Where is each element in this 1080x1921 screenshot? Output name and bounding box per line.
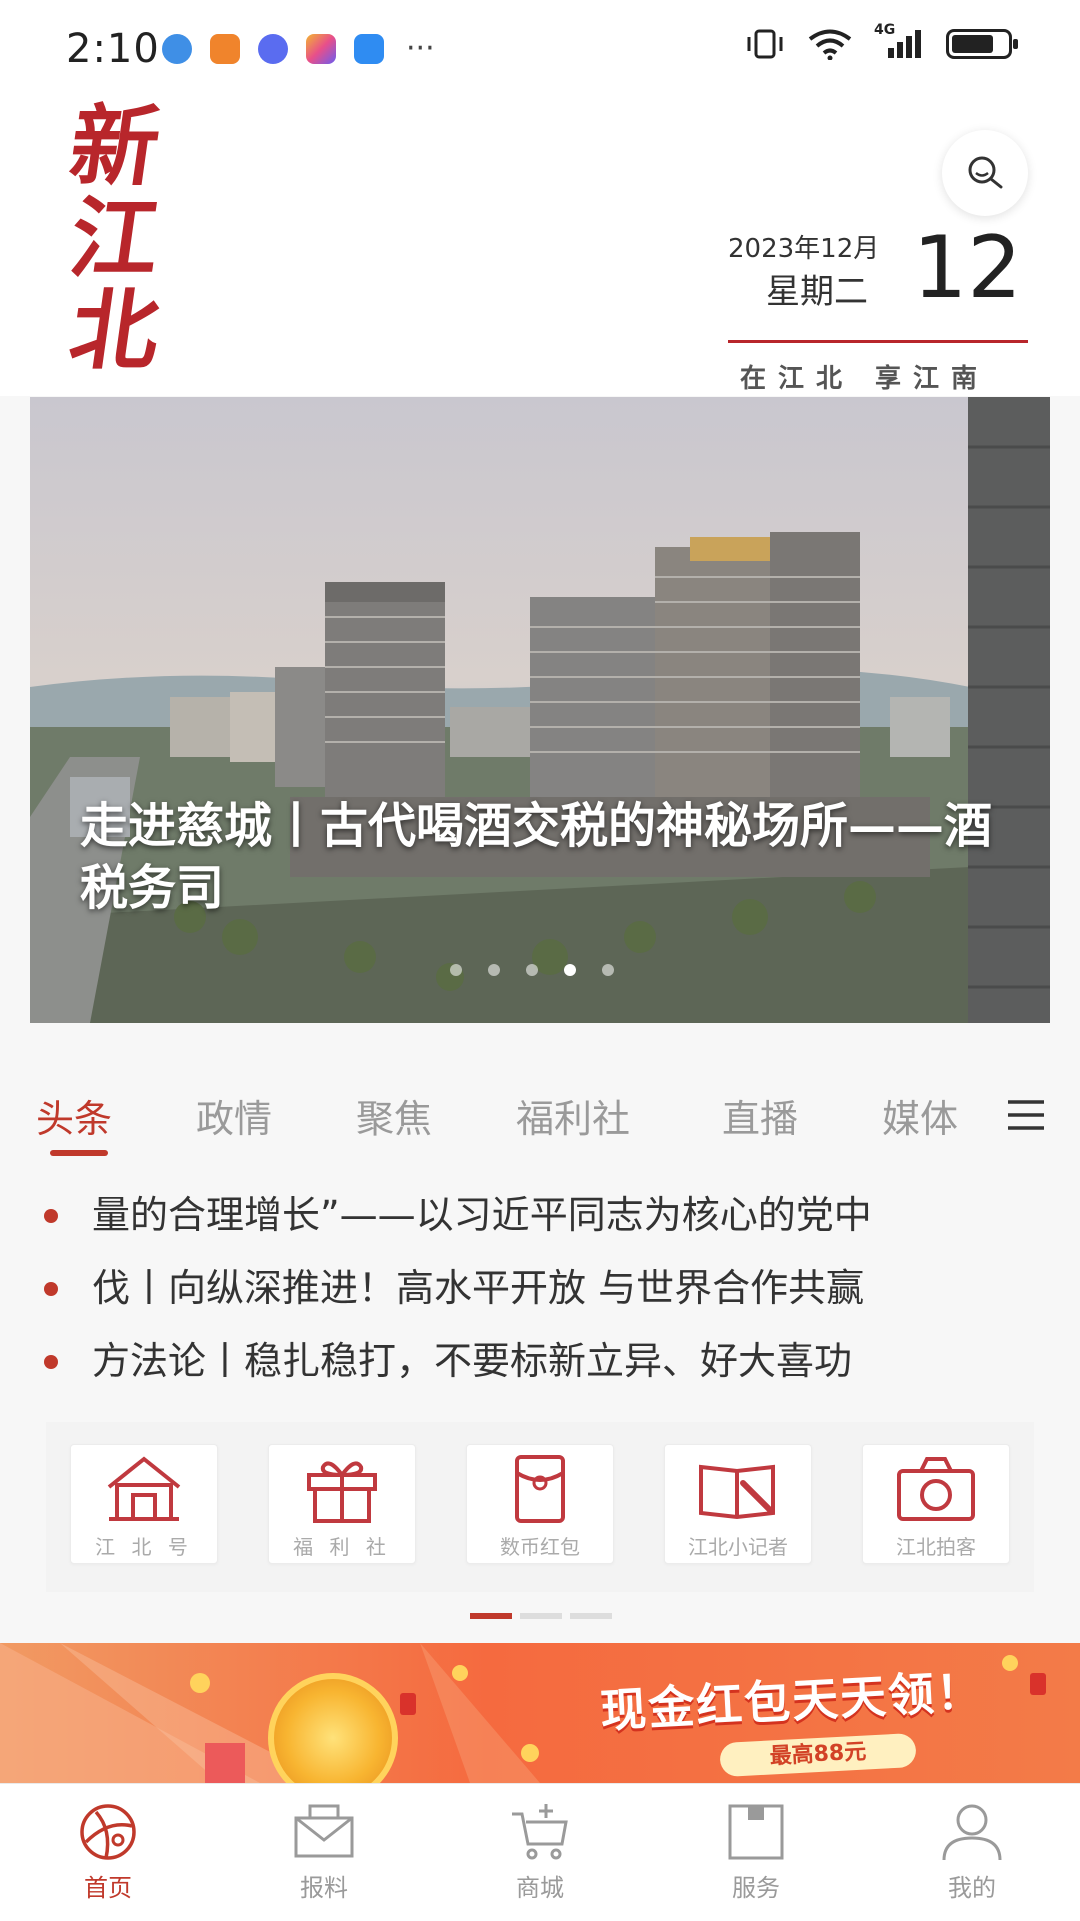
banner-photo <box>30 397 1050 1023</box>
banner-dot[interactable] <box>488 964 500 976</box>
slogan: 在江北 享江南 <box>740 364 990 394</box>
active-tab-indicator <box>50 1150 108 1156</box>
nav-label: 报料 <box>300 1874 348 1902</box>
vibrate-icon <box>747 29 783 59</box>
app-header: 新 江 北 2023年12月 星期二 12 在江北 享江南 <box>0 94 1080 396</box>
cloud-app-icon <box>354 34 384 64</box>
app-logo: 新 江 北 <box>60 94 170 382</box>
tab-headlines[interactable]: 头条 <box>36 1088 112 1143</box>
red-envelope-icon <box>515 1455 565 1523</box>
quick-entry-label: 数币红包 <box>500 1535 580 1559</box>
tab-live[interactable]: 直播 <box>722 1088 798 1143</box>
wifi-icon <box>808 29 852 60</box>
logo-char: 江 <box>63 186 167 290</box>
pager-segment <box>520 1613 562 1619</box>
tool-app-icon <box>306 34 336 64</box>
user-icon <box>942 1804 1002 1861</box>
quick-entry-row: 江 北 号 福 利 社 数币红包 江北小记者 江北拍客 <box>46 1422 1034 1592</box>
banner-dot[interactable] <box>450 964 462 976</box>
hero-banner[interactable]: 走进慈城丨古代喝酒交税的神秘场所——酒税务司 <box>30 397 1050 1023</box>
banner-dot[interactable] <box>526 964 538 976</box>
quick-entry-digital-red-envelope[interactable]: 数币红包 <box>466 1444 614 1564</box>
pager-segment <box>570 1613 612 1619</box>
battery-icon <box>946 29 1018 59</box>
home-globe-icon <box>80 1804 136 1860</box>
battery-level <box>952 35 993 53</box>
service-box-icon <box>728 1804 784 1860</box>
banner-pagination <box>450 964 614 976</box>
house-icon <box>107 1456 181 1521</box>
pager-segment <box>470 1613 512 1619</box>
gift-icon <box>307 1461 377 1523</box>
book-pen-icon <box>699 1464 775 1520</box>
mail-icon <box>294 1804 354 1858</box>
channel-tabs: 头条 政情 聚焦 福利社 直播 媒体 <box>0 1050 1080 1160</box>
status-bar: 2:10 ··· 4G <box>0 0 1080 100</box>
more-notifications-icon: ··· <box>406 31 435 66</box>
search-button[interactable] <box>942 130 1028 216</box>
date-year-month: 2023年12月 <box>728 234 880 264</box>
date-divider <box>728 340 1028 343</box>
headline-text: 量的合理增长”——以习近平同志为核心的党中 <box>92 1193 872 1237</box>
banner-dot[interactable] <box>602 964 614 976</box>
cellular-signal-icon: 4G <box>874 22 924 60</box>
date-block: 2023年12月 星期二 12 在江北 享江南 <box>728 218 1028 408</box>
headline-item[interactable]: 伐丨向纵深推进！高水平开放 与世界合作共赢 <box>44 1258 1044 1318</box>
quick-entry-label: 江北拍客 <box>896 1535 976 1559</box>
bullet-dot <box>44 1282 58 1296</box>
headline-text: 方法论丨稳扎稳打，不要标新立异、好大喜功 <box>92 1339 853 1383</box>
logo-char: 北 <box>63 278 167 382</box>
nav-label: 首页 <box>84 1874 132 1902</box>
browser-app-icon <box>162 34 192 64</box>
nav-mine[interactable]: 我的 <box>864 1784 1080 1921</box>
tab-media[interactable]: 媒体 <box>882 1088 958 1143</box>
tab-focus[interactable]: 聚焦 <box>356 1088 432 1143</box>
headline-item[interactable]: 量的合理增长”——以习近平同志为核心的党中 <box>44 1185 1044 1245</box>
quick-entry-welfare[interactable]: 福 利 社 <box>268 1444 416 1564</box>
quick-entry-label: 福 利 社 <box>293 1535 391 1559</box>
quick-entry-label: 江 北 号 <box>95 1535 193 1559</box>
cart-icon <box>512 1804 568 1860</box>
headline-text: 伐丨向纵深推进！高水平开放 与世界合作共赢 <box>92 1266 865 1310</box>
headline-item[interactable]: 方法论丨稳扎稳打，不要标新立异、好大喜功 <box>44 1331 1044 1391</box>
video-app-icon <box>210 34 240 64</box>
date-weekday: 星期二 <box>766 272 868 312</box>
camera-icon <box>897 1457 975 1521</box>
music-app-icon <box>258 34 288 64</box>
date-day: 12 <box>912 218 1022 318</box>
nav-home[interactable]: 首页 <box>0 1784 216 1921</box>
tab-politics[interactable]: 政情 <box>196 1088 272 1143</box>
nav-mall[interactable]: 商城 <box>432 1784 648 1921</box>
logo-char: 新 <box>63 94 167 198</box>
tab-welfare[interactable]: 福利社 <box>516 1088 630 1143</box>
status-app-icons: ··· <box>162 34 435 64</box>
status-time: 2:10 <box>66 26 160 72</box>
promo-banner[interactable]: 现金红包天天领！ 最高88元 <box>0 1643 1080 1783</box>
quick-entry-photographer[interactable]: 江北拍客 <box>862 1444 1010 1564</box>
bullet-dot <box>44 1355 58 1369</box>
banner-dot[interactable] <box>564 964 576 976</box>
nav-service[interactable]: 服务 <box>648 1784 864 1921</box>
quick-entry-jiangbei-account[interactable]: 江 北 号 <box>70 1444 218 1564</box>
nav-label: 服务 <box>732 1874 780 1902</box>
status-indicators: 4G <box>744 22 1018 60</box>
quick-entry-label: 江北小记者 <box>688 1535 788 1559</box>
banner-caption: 走进慈城丨古代喝酒交税的神秘场所——酒税务司 <box>80 798 993 916</box>
channel-menu-icon[interactable] <box>1006 1098 1046 1132</box>
quick-entry-pager <box>470 1613 612 1619</box>
bullet-dot <box>44 1209 58 1223</box>
nav-label: 商城 <box>516 1874 564 1902</box>
search-icon <box>968 156 1003 189</box>
nav-label: 我的 <box>948 1874 996 1902</box>
quick-entry-young-reporter[interactable]: 江北小记者 <box>664 1444 812 1564</box>
nav-report[interactable]: 报料 <box>216 1784 432 1921</box>
bottom-navigation: 首页 报料 商城 服务 我的 <box>0 1783 1080 1921</box>
